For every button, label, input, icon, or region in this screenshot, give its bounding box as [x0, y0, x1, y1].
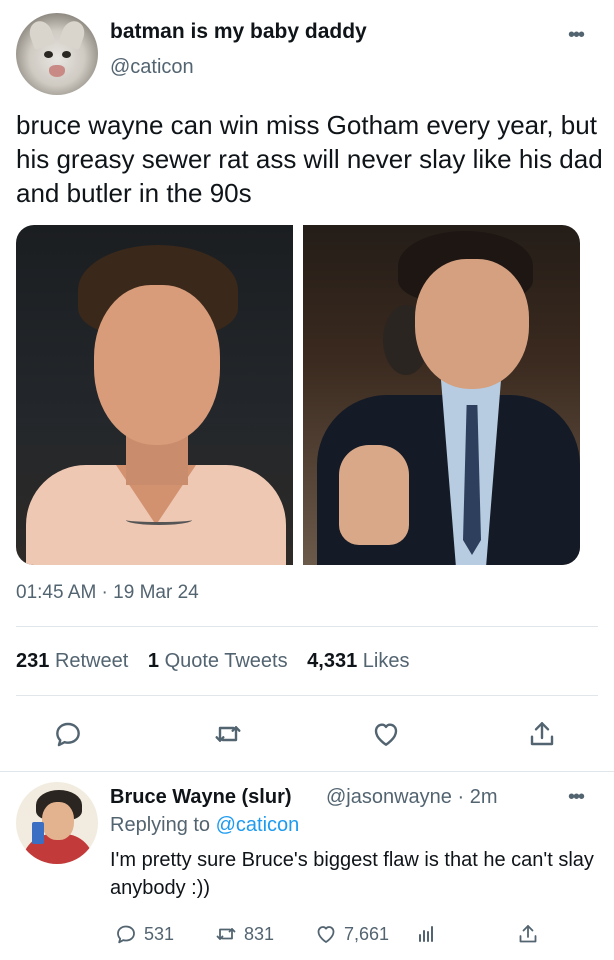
divider	[16, 695, 598, 696]
retweet-count-label: Retweet	[54, 650, 129, 672]
retweet-icon	[216, 928, 236, 940]
share-icon[interactable]	[526, 718, 558, 750]
photo-figure-face	[415, 259, 529, 389]
share-icon	[519, 925, 537, 943]
like-count-label: Likes	[362, 650, 410, 672]
tweet-text: bruce wayne can win miss Gotham every ye…	[16, 110, 603, 208]
retweet-count: 231	[16, 650, 50, 672]
replying-to: Replying to @caticon	[110, 814, 299, 837]
author-handle[interactable]: @caticon	[110, 56, 194, 79]
avatar-cat-eye	[44, 51, 53, 58]
reply-retweet-button[interactable]: 831	[214, 920, 274, 948]
author-avatar[interactable]	[16, 13, 98, 95]
replying-to-label: Replying to	[110, 814, 211, 836]
reply-text: I'm pretty sure Bruce's biggest flaw is …	[110, 849, 594, 899]
tweet-photo-2[interactable]	[303, 225, 580, 565]
reply-share-button[interactable]	[516, 920, 546, 948]
quote-count-label: Quote Tweets	[164, 650, 288, 672]
analytics-icon	[419, 926, 433, 942]
replying-to-mention[interactable]: @caticon	[216, 814, 300, 836]
reply-author-display-name[interactable]: Bruce Wayne (slur)	[110, 786, 292, 809]
retweet-count: 831	[244, 923, 275, 944]
divider	[16, 626, 598, 627]
like-icon[interactable]	[370, 718, 402, 750]
photo-figure-necklace	[126, 515, 192, 525]
reply-reply-button[interactable]: 531	[114, 920, 174, 948]
like-count: 7,661	[344, 923, 390, 944]
tweet-action-bar	[0, 718, 614, 754]
analytics-button[interactable]	[414, 920, 444, 948]
reply-icon[interactable]	[52, 718, 84, 750]
reply-icon	[117, 925, 135, 944]
avatar-cat-ear	[26, 18, 56, 50]
avatar-figure-face	[42, 802, 74, 840]
retweet-icon[interactable]	[212, 718, 244, 750]
avatar-cat-ear	[58, 18, 88, 50]
reply-tweet[interactable]: Bruce Wayne (slur) @jasonwayne · 2m ••• …	[0, 772, 614, 960]
retweet-count-link[interactable]: 231 Retweet	[16, 650, 128, 672]
avatar-cat-mouth	[49, 65, 65, 77]
reply-like-button[interactable]: 7,661	[314, 920, 389, 948]
photo-figure-thumbs-up	[339, 445, 409, 545]
photo-figure-face	[94, 285, 220, 445]
like-icon	[317, 926, 335, 943]
reply-author-handle-time[interactable]: @jasonwayne · 2m	[326, 786, 497, 809]
quote-count-link[interactable]: 1 Quote Tweets	[148, 650, 288, 672]
reply-count: 531	[144, 923, 175, 944]
tweet-media[interactable]	[16, 225, 580, 565]
reply-action-bar: 531 831 7,661	[0, 920, 614, 950]
more-options-icon[interactable]: •••	[568, 24, 585, 47]
reply-author-avatar[interactable]	[16, 782, 98, 864]
author-display-name[interactable]: batman is my baby daddy	[110, 20, 367, 44]
avatar-figure-cup	[32, 822, 44, 844]
like-count: 4,331	[307, 650, 358, 672]
like-count-link[interactable]: 4,331 Likes	[307, 650, 409, 672]
tweet-stats: 231 Retweet 1 Quote Tweets 4,331 Likes	[16, 650, 424, 673]
quote-count: 1	[147, 650, 159, 672]
tweet-timestamp[interactable]: 01:45 AM · 19 Mar 24	[16, 582, 199, 604]
more-options-icon[interactable]: •••	[568, 786, 585, 809]
avatar-cat-eye	[62, 51, 71, 58]
tweet-photo-1[interactable]	[16, 225, 293, 565]
